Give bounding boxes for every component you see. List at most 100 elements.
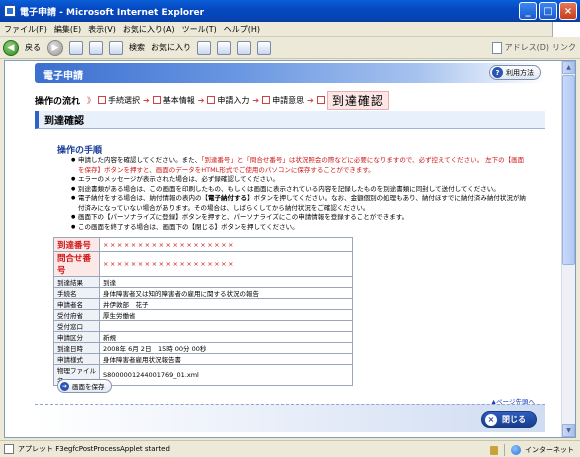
- step-item-3: 申請入力: [207, 95, 249, 106]
- step-box-icon: [262, 96, 271, 104]
- step-item-current: 到達確認: [316, 90, 389, 110]
- app-title: 電子申請: [43, 71, 83, 82]
- table-row: 手続名 身体障害者又は知的障害者の雇用に関する状況の報告: [53, 287, 353, 299]
- page-content: 電子申請 ? 利用方法 操作の流れ 》 手続選択 ➔ 基本情報 ➔ 申請入力 ➔…: [35, 61, 545, 437]
- status-bar: アプレット F3egfcPostProcessApplet started イン…: [0, 440, 580, 457]
- table-row: 受付窓口: [53, 320, 353, 332]
- step-box-icon: [98, 96, 107, 104]
- table-row: 到達番号 ×××××××××××××××××××: [53, 237, 353, 252]
- question-icon: ?: [492, 67, 503, 78]
- list-item: 画面下の【パーソナライズに登録】ボタンを押すと、パーソナライズにこの申請情報を登…: [71, 213, 526, 223]
- scroll-up-icon[interactable]: ▲: [562, 61, 575, 74]
- refresh-icon[interactable]: [89, 40, 103, 55]
- menu-tools[interactable]: ツール(T): [182, 24, 217, 35]
- step-box-icon: [152, 96, 161, 104]
- app-header: 電子申請 ? 利用方法: [35, 63, 545, 83]
- step-navigation: 操作の流れ 》 手続選択 ➔ 基本情報 ➔ 申請入力 ➔ 申請意思 ➔ 到達確認: [35, 90, 545, 110]
- table-row: 申請様式 身体障害者雇用状況報告書: [53, 353, 353, 365]
- table-row: 到達日時 2008年 6月 2日 15時 00分 00秒: [53, 342, 353, 354]
- minimize-button[interactable]: _: [519, 2, 537, 20]
- back-button[interactable]: 戻る: [25, 42, 41, 53]
- menu-help[interactable]: ヘルプ(H): [224, 24, 260, 35]
- chevron-right-icon: 》: [87, 95, 96, 105]
- ie-icon: [4, 5, 16, 17]
- menu-favorites[interactable]: お気に入り(A): [123, 24, 175, 35]
- close-button[interactable]: × 閉じる: [481, 411, 537, 428]
- maximize-button[interactable]: □: [539, 2, 557, 20]
- window-title: 電子申請 - Microsoft Internet Explorer: [20, 7, 205, 18]
- step-label: 申請入力: [217, 95, 250, 105]
- table-row: 到達結果 到達: [53, 276, 353, 288]
- save-page-label: 画面を保存: [72, 383, 105, 391]
- status-text: アプレット F3egfcPostProcessApplet started: [18, 445, 170, 453]
- scroll-down-icon[interactable]: ▼: [562, 424, 575, 437]
- history-icon[interactable]: [197, 40, 211, 55]
- help-button[interactable]: ? 利用方法: [489, 65, 541, 80]
- security-zone: インターネット: [490, 444, 574, 456]
- step-label: 手続選択: [108, 95, 141, 105]
- close-window-button[interactable]: ×: [559, 2, 577, 20]
- step-label: 基本情報: [162, 95, 195, 105]
- list-item: 別途書類がある場合は、この画面を印刷したもの、もしくは画面に表示されている内容を…: [71, 185, 526, 195]
- arrival-number-label: 到達番号: [53, 237, 100, 252]
- forward-arrow-icon[interactable]: ▶: [47, 39, 63, 56]
- inquiry-number-label: 問合せ番号: [53, 251, 100, 277]
- menu-file[interactable]: ファイル(F): [4, 24, 47, 35]
- favorites-button[interactable]: お気に入り: [151, 42, 191, 53]
- back-arrow-icon[interactable]: ◀: [3, 39, 19, 56]
- list-item: エラーのメッセージが表示された場合は、必ず録確認してください。: [71, 175, 526, 185]
- current-step-label: 到達確認: [326, 90, 389, 110]
- footer-band: × 閉じる: [35, 404, 545, 432]
- help-label: 利用方法: [506, 68, 534, 77]
- flow-label: 操作の流れ: [35, 96, 81, 107]
- list-item: この画面を終了する場合は、画面下の【閉じる】ボタンを押してください。: [71, 223, 526, 233]
- windows-logo-icon: [552, 22, 580, 37]
- window-titlebar: 電子申請 - Microsoft Internet Explorer _ □ ×: [0, 0, 580, 22]
- list-item: 申請した内容を確認してください。また、「到達番号」と「問合せ番号」は状況照会の際…: [71, 156, 526, 175]
- menu-bar: ファイル(F) 編集(E) 表示(V) お気に入り(A) ツール(T) ヘルプ(…: [0, 22, 580, 37]
- scroll-thumb[interactable]: [562, 75, 575, 265]
- step-box-icon: [207, 96, 216, 104]
- close-label: 閉じる: [502, 415, 526, 424]
- table-row: 申請区分 新規: [53, 331, 353, 343]
- list-item: 電子納付をする場合は、納付情報の表内の【電子納付する】ボタンを押してください。な…: [71, 194, 526, 213]
- inquiry-number-value: ×××××××××××××××××××: [99, 251, 353, 277]
- arrow-right-icon: ➔: [197, 95, 205, 105]
- globe-icon: [511, 445, 521, 455]
- menu-edit[interactable]: 編集(E): [54, 24, 81, 35]
- toolbar: ◀ 戻る ▶ 検索 お気に入り アドレス(D) リンク: [0, 37, 580, 59]
- step-label: 申請意思: [272, 95, 305, 105]
- browser-viewport: 電子申請 ? 利用方法 操作の流れ 》 手続選択 ➔ 基本情報 ➔ 申請入力 ➔…: [4, 60, 576, 438]
- arrow-right-icon: ➔: [60, 381, 69, 391]
- applet-icon: [4, 444, 14, 454]
- step-box-icon: [316, 96, 325, 104]
- arrow-right-icon: ➔: [307, 95, 314, 105]
- table-row: 申請者名 井伊敦部 花子: [53, 298, 353, 310]
- step-item-1: 手続選択: [98, 95, 140, 106]
- section-title: 到達確認: [35, 111, 545, 129]
- arrival-info-table: 到達番号 ××××××××××××××××××× 問合せ番号 ×××××××××…: [53, 237, 353, 386]
- procedure-list: 申請した内容を確認してください。また、「到達番号」と「問合せ番号」は状況照会の際…: [71, 156, 526, 232]
- page-icon: [491, 41, 502, 54]
- separator: [504, 444, 505, 456]
- step-item-4: 申請意思: [262, 95, 304, 106]
- print-icon[interactable]: [237, 40, 251, 55]
- links-label[interactable]: リンク: [552, 42, 576, 53]
- mail-icon[interactable]: [217, 40, 231, 55]
- arrival-number-value: ×××××××××××××××××××: [99, 237, 353, 252]
- zone-label: インターネット: [525, 446, 574, 454]
- address-area: アドレス(D) リンク: [491, 41, 576, 54]
- home-icon[interactable]: [109, 40, 123, 55]
- window-controls: _ □ ×: [519, 2, 577, 20]
- step-item-2: 基本情報: [152, 95, 195, 106]
- table-row: 問合せ番号 ×××××××××××××××××××: [53, 251, 353, 277]
- vertical-scrollbar[interactable]: ▲ ▼: [561, 61, 575, 437]
- address-label[interactable]: アドレス(D): [505, 42, 549, 53]
- menu-view[interactable]: 表示(V): [88, 24, 116, 35]
- stop-icon[interactable]: [69, 40, 83, 55]
- procedure-title: 操作の手順: [57, 146, 103, 156]
- edit-icon[interactable]: [257, 40, 271, 55]
- save-page-button[interactable]: ➔ 画面を保存: [57, 379, 112, 393]
- arrow-right-icon: ➔: [143, 95, 150, 105]
- search-button[interactable]: 検索: [129, 42, 145, 53]
